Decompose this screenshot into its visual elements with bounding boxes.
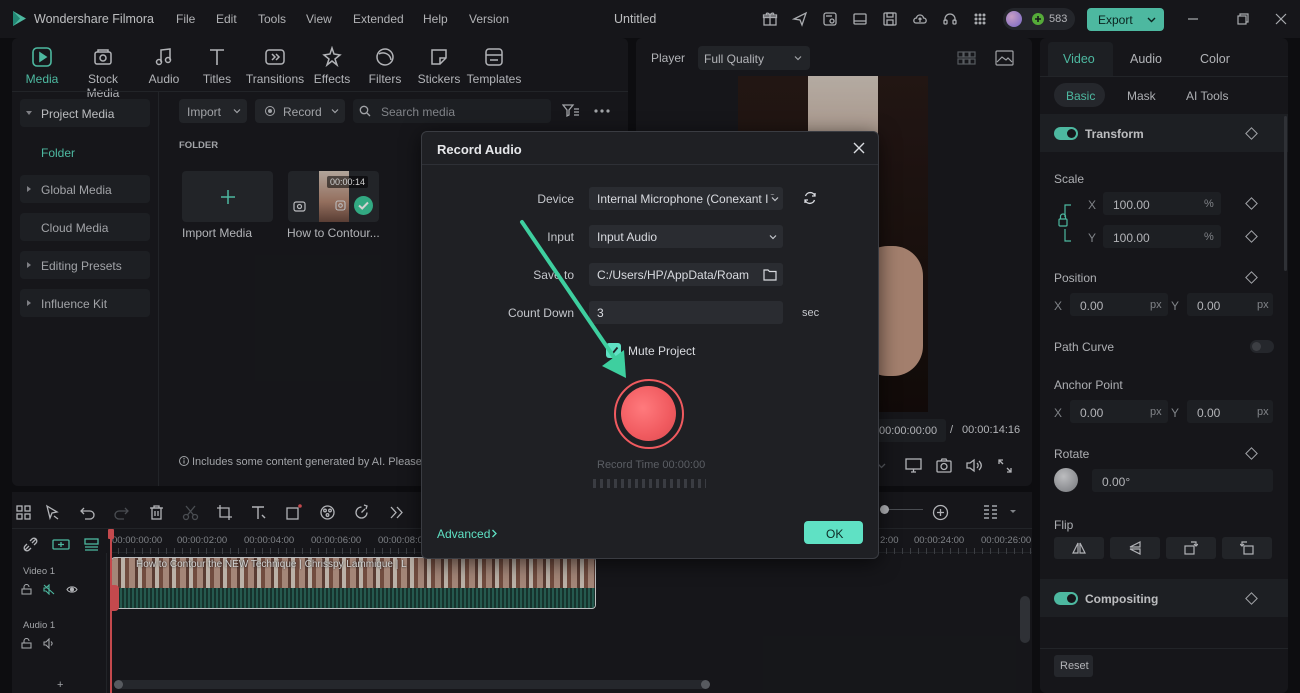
countdown-unit: sec (802, 307, 820, 319)
device-dropdown[interactable]: Internal Microphone (Conexant IS: (589, 187, 783, 210)
chevron-down-icon (769, 233, 777, 241)
record-time: Record Time 00:00:00 (597, 459, 706, 471)
device-label: Device (537, 192, 574, 206)
audio-level-meter (593, 479, 706, 488)
record-icon (621, 386, 676, 441)
refresh-icon[interactable] (803, 191, 817, 205)
device-value: Internal Microphone (Conexant IS: (597, 192, 780, 206)
ok-label: OK (826, 527, 844, 541)
divider (422, 164, 878, 165)
folder-open-icon[interactable] (756, 263, 783, 286)
ok-button[interactable]: OK (804, 521, 863, 544)
advanced-link[interactable]: Advanced (437, 527, 490, 541)
chevron-right-icon[interactable] (491, 529, 498, 538)
mute-project-label: Mute Project (628, 344, 696, 358)
dialog-title: Record Audio (437, 142, 522, 157)
record-button[interactable] (614, 379, 684, 449)
close-icon[interactable] (853, 142, 865, 154)
chevron-down-icon (769, 195, 779, 203)
annotation-arrow (520, 220, 626, 378)
